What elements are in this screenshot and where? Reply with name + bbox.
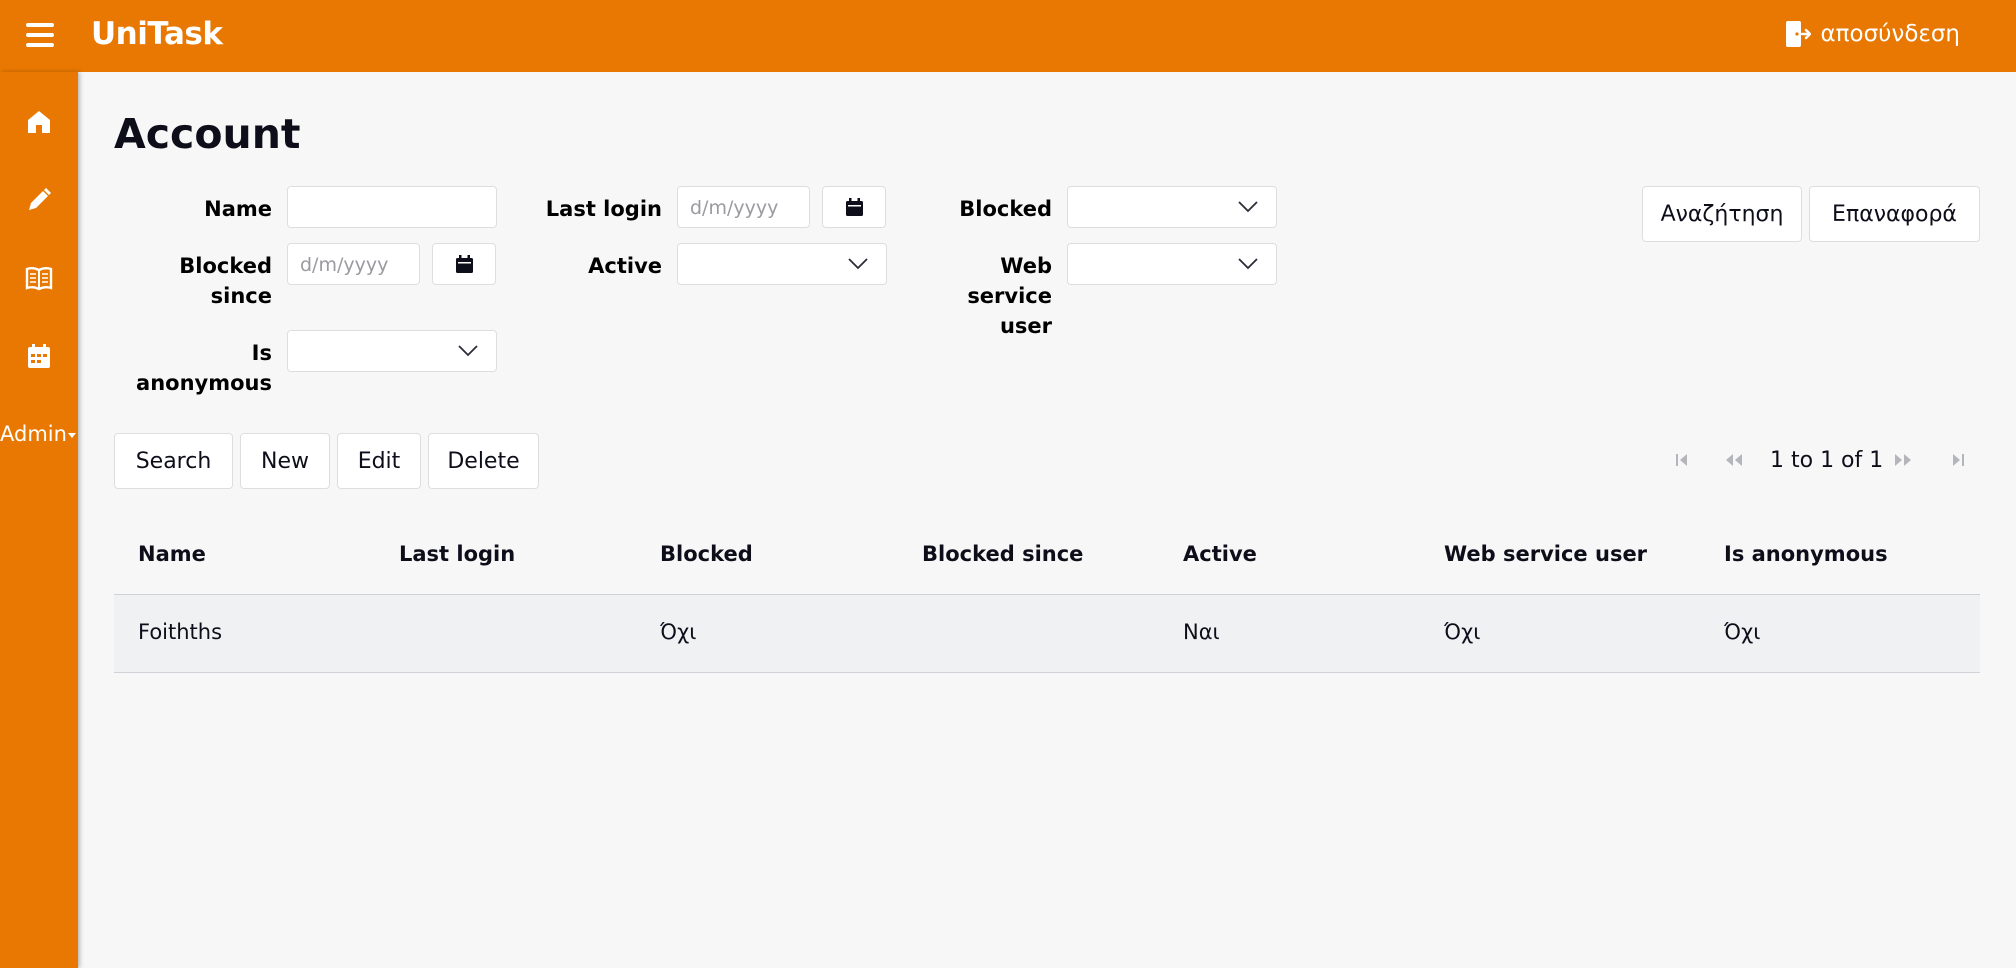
- table-row[interactable]: Foithths Όχι Ναι Όχι Όχι: [114, 595, 1980, 673]
- active-select[interactable]: [677, 243, 887, 285]
- blocked-since-calendar-button[interactable]: [432, 243, 496, 285]
- sidebar: Admin: [0, 72, 78, 968]
- brand-logo[interactable]: UniTask: [91, 16, 223, 52]
- sidebar-item-home[interactable]: [24, 107, 54, 137]
- edit-button[interactable]: Edit: [337, 433, 421, 489]
- column-header-is-anonymous[interactable]: Is anonymous: [1724, 542, 1888, 566]
- name-label: Name: [204, 197, 272, 221]
- web-service-user-label: Web service user: [967, 254, 1052, 338]
- last-login-input[interactable]: d/m/yyyy: [677, 186, 810, 228]
- chevron-down-icon: [848, 258, 868, 270]
- book-icon: [25, 267, 53, 291]
- cell-active: Ναι: [1183, 620, 1220, 644]
- caret-down-icon: [67, 432, 76, 438]
- last-page-icon[interactable]: [1950, 452, 1966, 468]
- sidebar-item-admin-label: Admin: [0, 422, 67, 446]
- delete-button[interactable]: Delete: [428, 433, 539, 489]
- column-header-web-service-user[interactable]: Web service user: [1444, 542, 1647, 566]
- web-service-user-select[interactable]: [1067, 243, 1277, 285]
- table-header: Name Last login Blocked Blocked since Ac…: [114, 520, 1980, 595]
- cell-web-service-user: Όχι: [1444, 620, 1481, 644]
- chevron-down-icon: [1238, 201, 1258, 213]
- sidebar-item-edit[interactable]: [24, 185, 54, 215]
- column-header-active[interactable]: Active: [1183, 542, 1257, 566]
- cell-name: Foithths: [138, 620, 223, 644]
- home-icon: [28, 111, 50, 133]
- chevron-down-icon: [458, 345, 478, 357]
- next-page-icon[interactable]: [1893, 452, 1913, 468]
- logout-button[interactable]: αποσύνδεση: [1785, 20, 1960, 48]
- column-header-last-login[interactable]: Last login: [399, 542, 515, 566]
- cell-is-anonymous: Όχι: [1724, 620, 1761, 644]
- sidebar-item-catalog[interactable]: [24, 263, 54, 293]
- calendar-icon: [455, 255, 473, 273]
- menu-icon[interactable]: [26, 23, 54, 47]
- new-button[interactable]: New: [240, 433, 330, 489]
- is-anonymous-select[interactable]: [287, 330, 497, 372]
- top-bar: UniTask αποσύνδεση: [0, 0, 2016, 72]
- last-login-placeholder: d/m/yyyy: [690, 197, 779, 219]
- first-page-icon[interactable]: [1674, 452, 1690, 468]
- pagination-status: 1 to 1 of 1: [1770, 448, 1884, 473]
- search-button[interactable]: Search: [114, 433, 233, 489]
- filter-search-button[interactable]: Αναζήτηση: [1642, 186, 1802, 242]
- previous-page-icon[interactable]: [1724, 452, 1744, 468]
- chevron-down-icon: [1238, 258, 1258, 270]
- name-input[interactable]: [287, 186, 497, 228]
- calendar-icon: [845, 198, 863, 216]
- page-title: Account: [114, 110, 301, 158]
- active-label: Active: [588, 254, 662, 278]
- blocked-since-label: Blocked since: [179, 254, 272, 308]
- logout-icon: [1785, 21, 1811, 47]
- last-login-calendar-button[interactable]: [822, 186, 886, 228]
- calendar-icon: [28, 344, 50, 368]
- column-header-blocked[interactable]: Blocked: [660, 542, 753, 566]
- column-header-name[interactable]: Name: [138, 542, 206, 566]
- pencil-icon: [29, 187, 52, 210]
- cell-blocked: Όχι: [660, 620, 697, 644]
- blocked-select[interactable]: [1067, 186, 1277, 228]
- sidebar-item-admin[interactable]: Admin: [0, 422, 76, 446]
- last-login-label: Last login: [545, 197, 662, 221]
- blocked-since-input[interactable]: d/m/yyyy: [287, 243, 420, 285]
- column-header-blocked-since[interactable]: Blocked since: [922, 542, 1083, 566]
- filter-reset-button[interactable]: Επαναφορά: [1809, 186, 1980, 242]
- sidebar-item-calendar[interactable]: [24, 341, 54, 371]
- is-anonymous-label: Is anonymous: [136, 341, 272, 395]
- blocked-label: Blocked: [959, 197, 1052, 221]
- blocked-since-placeholder: d/m/yyyy: [300, 254, 389, 276]
- logout-label: αποσύνδεση: [1820, 21, 1960, 47]
- accounts-table: Name Last login Blocked Blocked since Ac…: [114, 520, 1980, 673]
